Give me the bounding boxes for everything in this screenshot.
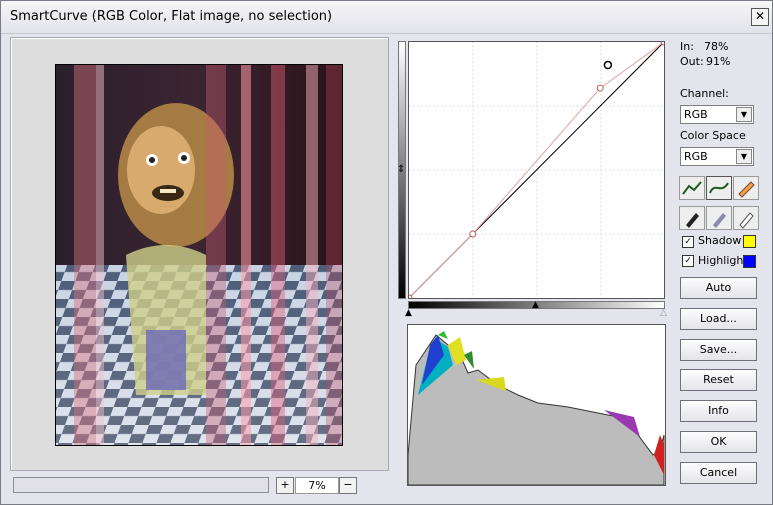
close-icon[interactable]: ✕ xyxy=(751,8,769,26)
selected-curve-point xyxy=(603,60,613,70)
channel-select[interactable]: RGB ▼ xyxy=(680,105,754,124)
histogram-graph xyxy=(407,331,665,486)
black-point-handle-icon[interactable]: ▲ xyxy=(405,308,412,318)
preview-scrollbar[interactable] xyxy=(13,477,269,493)
gray-eyedropper-tool[interactable] xyxy=(706,206,732,230)
curve-editor[interactable] xyxy=(405,38,668,302)
reset-button[interactable]: Reset xyxy=(680,369,757,391)
spline-curve-tool[interactable] xyxy=(706,176,732,200)
zoom-in-button[interactable]: + xyxy=(276,477,294,494)
color-space-label: Color Space xyxy=(680,129,746,142)
curve-spline-icon xyxy=(709,182,729,194)
smartcurve-dialog: SmartCurve (RGB Color, Flat image, no se… xyxy=(0,0,773,505)
shadow-color-swatch[interactable] xyxy=(743,235,756,248)
curve-graph xyxy=(405,38,668,302)
smooth-curve-tool[interactable] xyxy=(679,176,705,200)
preview-photo-illustration xyxy=(56,65,342,445)
ok-button[interactable]: OK xyxy=(680,431,757,453)
load-button[interactable]: Load... xyxy=(680,308,757,330)
chevron-down-icon[interactable]: ▼ xyxy=(736,107,752,122)
black-eyedropper-tool[interactable] xyxy=(679,206,705,230)
out-value: 91% xyxy=(706,55,731,68)
curve-smooth-icon xyxy=(682,181,702,195)
zoom-level-field[interactable]: 7% xyxy=(295,477,339,494)
shadow-label: Shadow xyxy=(698,234,742,247)
info-button[interactable]: Info xyxy=(680,400,757,422)
white-eyedropper-tool[interactable] xyxy=(733,206,759,230)
auto-button[interactable]: Auto xyxy=(680,277,757,299)
gamma-handle-icon[interactable]: ▲ xyxy=(532,300,539,310)
eyedropper-black-icon xyxy=(686,213,699,228)
color-space-value: RGB xyxy=(684,150,708,163)
channel-value: RGB xyxy=(684,108,708,121)
eyedropper-gray-icon xyxy=(713,213,726,228)
white-point-handle-icon[interactable]: △ xyxy=(660,308,667,318)
output-slider-handle-icon[interactable]: ⇕ xyxy=(397,164,405,175)
pencil-tool[interactable] xyxy=(733,176,759,200)
color-space-select[interactable]: RGB ▼ xyxy=(680,147,754,166)
channel-label: Channel: xyxy=(680,87,729,100)
curve-control-point xyxy=(469,230,477,238)
histogram xyxy=(407,324,666,486)
pencil-icon xyxy=(738,181,755,198)
in-value: 78% xyxy=(704,40,729,53)
title-bar: SmartCurve (RGB Color, Flat image, no se… xyxy=(1,1,772,34)
in-label: In: xyxy=(680,40,694,53)
preview-image[interactable] xyxy=(55,64,343,446)
chevron-down-icon[interactable]: ▼ xyxy=(736,149,752,164)
highlight-color-swatch[interactable] xyxy=(743,255,756,268)
cancel-button[interactable]: Cancel xyxy=(680,462,757,484)
zoom-out-button[interactable]: − xyxy=(339,477,357,494)
shadow-checkbox[interactable]: ✓ xyxy=(682,236,694,248)
curve-control-point xyxy=(596,84,604,92)
highlight-label: Highlight xyxy=(698,254,748,267)
out-label: Out: xyxy=(680,55,704,68)
eyedropper-white-icon xyxy=(739,212,754,229)
image-preview-panel xyxy=(10,37,389,471)
highlight-checkbox[interactable]: ✓ xyxy=(682,255,694,267)
save-button[interactable]: Save... xyxy=(680,339,757,361)
window-title: SmartCurve (RGB Color, Flat image, no se… xyxy=(10,9,333,24)
